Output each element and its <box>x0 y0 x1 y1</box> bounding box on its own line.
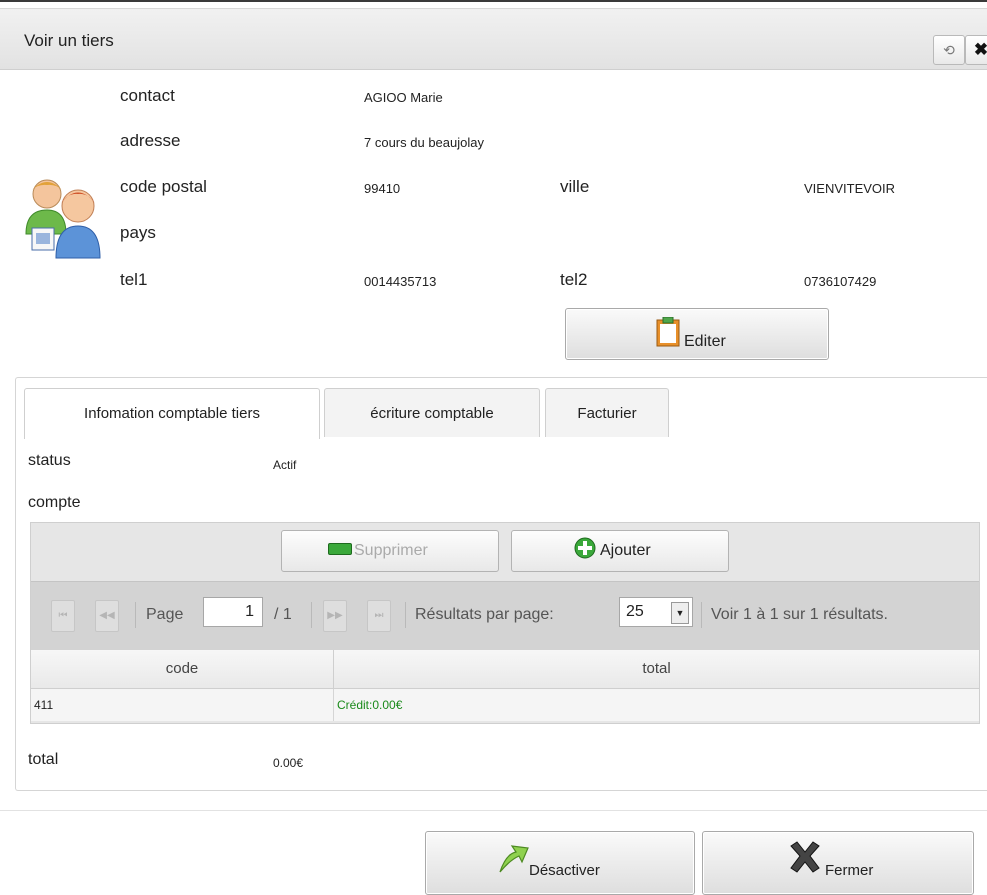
window-top-border <box>0 0 987 2</box>
status-label: status <box>28 452 71 469</box>
deactivate-button[interactable]: Désactiver <box>425 831 695 895</box>
results-summary: Voir 1 à 1 sur 1 résultats. <box>711 606 888 623</box>
tab-accounting-entries-label: écriture comptable <box>370 405 494 422</box>
pager-separator <box>701 602 702 628</box>
add-button[interactable]: Ajouter <box>511 530 729 572</box>
first-page-icon[interactable]: ⏮ <box>51 600 75 632</box>
table-row[interactable]: 411 <box>31 689 334 721</box>
prev-page-icon[interactable]: ◀◀ <box>95 600 119 632</box>
grid-pager: ⏮ ◀◀ Page 1 / 1 ▶▶ ⏭ Résultats par page:… <box>31 581 979 651</box>
accounts-grid: Supprimer Ajouter ⏮ ◀◀ Page 1 / 1 ▶▶ ⏭ R… <box>30 522 980 724</box>
tel2-value: 0736107429 <box>804 274 877 289</box>
ville-value: VIENVITEVOIR <box>804 181 896 196</box>
close-x-icon <box>787 840 823 879</box>
cell-code: 411 <box>34 698 54 712</box>
status-value: Actif <box>273 458 297 472</box>
last-page-icon[interactable]: ⏭ <box>367 600 391 632</box>
adresse-value: 7 cours du beaujolay <box>364 135 484 150</box>
postal-code-value: 99410 <box>364 181 401 196</box>
tel2-label: tel2 <box>560 270 588 289</box>
tel1-value: 0014435713 <box>364 274 437 289</box>
per-page-label: Résultats par page: <box>415 606 554 623</box>
page-total: / 1 <box>274 606 292 623</box>
arrow-up-icon <box>496 840 532 881</box>
dialog-titlebar: Voir un tiers ⟲ ✖ <box>0 8 987 70</box>
pager-separator <box>405 602 406 628</box>
delete-button-label: Supprimer <box>354 542 428 559</box>
per-page-select[interactable]: 25 ▼ <box>619 597 693 627</box>
close-button-label: Fermer <box>825 862 874 879</box>
column-header-total-label: total <box>642 660 671 677</box>
page-label: Page <box>146 606 184 623</box>
add-button-label: Ajouter <box>600 542 651 559</box>
pager-separator <box>311 602 312 628</box>
tab-accounting-info-label: Infomation comptable tiers <box>84 405 260 422</box>
close-icon[interactable]: ✖ <box>965 35 987 65</box>
plus-icon <box>574 537 596 564</box>
edit-button-label: Editer <box>684 333 726 350</box>
postal-code-label: code postal <box>120 177 207 196</box>
pager-separator <box>135 602 136 628</box>
contacts-avatar-icon <box>24 176 104 260</box>
delete-button[interactable]: Supprimer <box>281 530 499 572</box>
tab-facturier[interactable]: Facturier <box>545 388 669 437</box>
total-value: 0.00€ <box>273 756 304 770</box>
deactivate-button-label: Désactiver <box>529 862 600 879</box>
compte-label: compte <box>28 494 81 511</box>
column-header-code[interactable]: code <box>31 650 334 689</box>
contact-label: contact <box>120 86 175 105</box>
page-number-input[interactable]: 1 <box>203 597 263 627</box>
tab-accounting-entries[interactable]: écriture comptable <box>324 388 540 437</box>
cell-total: Crédit:0.00€ <box>337 698 403 712</box>
total-label: total <box>28 751 59 768</box>
column-header-total[interactable]: total <box>334 650 979 689</box>
column-header-code-label: code <box>165 660 199 677</box>
table-row[interactable]: Crédit:0.00€ <box>334 689 979 721</box>
footer-divider <box>0 810 987 811</box>
refresh-icon[interactable]: ⟲ <box>933 35 965 65</box>
close-button[interactable]: Fermer <box>702 831 974 895</box>
chevron-down-icon[interactable]: ▼ <box>671 602 689 624</box>
adresse-label: adresse <box>120 131 181 150</box>
pays-label: pays <box>120 223 156 242</box>
per-page-value: 25 <box>626 603 644 620</box>
clipboard-icon <box>656 316 680 352</box>
edit-button[interactable]: Editer <box>565 308 829 360</box>
ville-label: ville <box>560 177 590 196</box>
dialog-title: Voir un tiers <box>24 31 114 50</box>
next-page-icon[interactable]: ▶▶ <box>323 600 347 632</box>
tab-accounting-info[interactable]: Infomation comptable tiers <box>24 388 320 439</box>
tab-facturier-label: Facturier <box>577 405 637 422</box>
minus-icon <box>328 543 352 555</box>
tel1-label: tel1 <box>120 270 148 289</box>
contact-value: AGIOO Marie <box>364 90 443 105</box>
